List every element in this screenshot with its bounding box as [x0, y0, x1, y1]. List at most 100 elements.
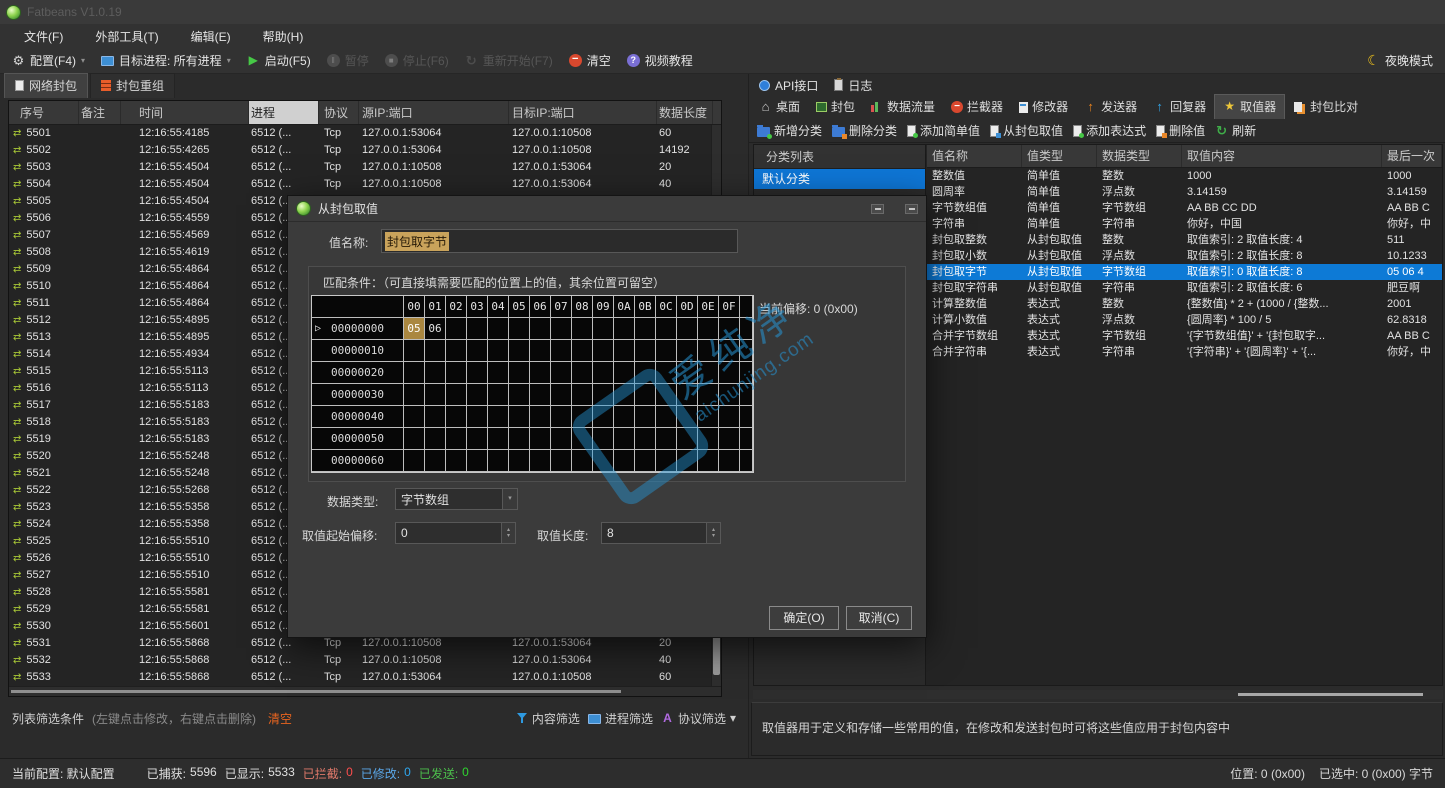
ok-button[interactable]: 确定(O)	[769, 606, 839, 630]
hex-cell[interactable]	[614, 318, 635, 340]
hex-cell[interactable]	[656, 428, 677, 450]
hex-cell[interactable]	[572, 384, 593, 406]
packet-row[interactable]: ⇄550312:16:55:45046512 (...Tcp127.0.0.1:…	[9, 159, 713, 176]
hex-cell[interactable]	[614, 406, 635, 428]
hex-cell[interactable]	[530, 406, 551, 428]
hex-cell[interactable]	[719, 450, 740, 472]
hex-cell[interactable]	[488, 384, 509, 406]
hex-cell[interactable]	[551, 340, 572, 362]
horizontal-scrollbar-thumb[interactable]	[11, 690, 621, 693]
filter-clear-link[interactable]: 清空	[268, 710, 292, 727]
hex-cell[interactable]	[488, 362, 509, 384]
hex-cell[interactable]	[719, 318, 740, 340]
hex-cell[interactable]	[467, 340, 488, 362]
column-header-time[interactable]: 时间	[121, 101, 249, 124]
hex-cell[interactable]	[509, 406, 530, 428]
page-expr-button[interactable]: 添加表达式	[1073, 122, 1146, 139]
hex-cell[interactable]	[614, 428, 635, 450]
hex-cell[interactable]	[635, 384, 656, 406]
hex-cell[interactable]	[572, 406, 593, 428]
value-row[interactable]: 合并字节数组表达式字节数组'{字节数组值}' + '{封包取字...AA BB …	[927, 328, 1442, 344]
hex-cell[interactable]	[425, 428, 446, 450]
hex-cell[interactable]	[404, 362, 425, 384]
page-add-button[interactable]: 添加简单值	[907, 122, 980, 139]
value-name-input[interactable]: 封包取字节	[381, 229, 738, 253]
column-header-last-value[interactable]: 最后一次	[1382, 145, 1442, 167]
hex-cell[interactable]	[404, 428, 425, 450]
top-button-log[interactable]: 日志	[834, 77, 872, 94]
hex-cell[interactable]	[572, 362, 593, 384]
hex-cell[interactable]	[677, 384, 698, 406]
hex-cell[interactable]	[446, 428, 467, 450]
packet-row[interactable]: ⇄550412:16:55:45046512 (...Tcp127.0.0.1:…	[9, 176, 713, 193]
hex-cell[interactable]	[509, 384, 530, 406]
hex-cell[interactable]	[677, 318, 698, 340]
hex-cell[interactable]	[698, 428, 719, 450]
page-get-button[interactable]: 从封包取值	[990, 122, 1063, 139]
hex-cell[interactable]	[635, 450, 656, 472]
hex-cell[interactable]	[593, 318, 614, 340]
hex-cell[interactable]	[656, 362, 677, 384]
value-row[interactable]: 计算整数值表达式整数{整数值} * 2 + (1000 / {整数...2001	[927, 296, 1442, 312]
hex-cell[interactable]	[509, 450, 530, 472]
hex-cell[interactable]	[467, 450, 488, 472]
hex-cell[interactable]	[467, 318, 488, 340]
hex-cell[interactable]: 06	[425, 318, 446, 340]
hex-cell[interactable]	[593, 340, 614, 362]
value-row[interactable]: 封包取字节从封包取值字节数组取值索引: 0 取值长度: 805 06 4	[927, 264, 1442, 280]
hex-cell[interactable]	[425, 406, 446, 428]
tab-packet[interactable]: 封包	[808, 95, 863, 119]
hex-cell[interactable]	[467, 362, 488, 384]
hex-cell[interactable]	[404, 406, 425, 428]
hex-cell[interactable]	[572, 428, 593, 450]
chevron-down-icon[interactable]: ▾	[502, 489, 517, 509]
hex-cell[interactable]	[551, 406, 572, 428]
hex-cell[interactable]	[572, 450, 593, 472]
restart-button[interactable]: ↻ 重新开始(F7)	[465, 52, 553, 69]
spinner-arrows-icon[interactable]: ▴▾	[501, 523, 515, 543]
packet-row[interactable]: ⇄553212:16:55:58686512 (...Tcp127.0.0.1:…	[9, 652, 713, 669]
menu-item-edit[interactable]: 编辑(E)	[179, 26, 243, 47]
hex-cell[interactable]: 05	[404, 318, 425, 340]
stop-button[interactable]: ■ 停止(F6)	[385, 52, 449, 69]
hex-cell[interactable]	[488, 428, 509, 450]
hex-cell[interactable]	[593, 384, 614, 406]
refresh-button[interactable]: ↻刷新	[1215, 122, 1256, 139]
hex-cell[interactable]	[467, 384, 488, 406]
night-mode-button[interactable]: ☾ 夜晚模式	[1367, 52, 1433, 69]
hex-cell[interactable]	[677, 406, 698, 428]
tab-sender[interactable]: ↑发送器	[1076, 95, 1145, 119]
hex-cell[interactable]	[719, 362, 740, 384]
tab-replier[interactable]: ↑回复器	[1145, 95, 1214, 119]
data-type-select[interactable]: 字节数组 ▾	[395, 488, 518, 510]
top-button-api[interactable]: API接口	[759, 77, 818, 94]
column-header-protocol[interactable]: 协议	[319, 101, 359, 124]
value-row[interactable]: 合并字符串表达式字符串'{字符串}' + '{圆周率}' + '{...你好，中	[927, 344, 1442, 360]
hex-cell[interactable]	[446, 340, 467, 362]
video-tutorial-button[interactable]: ? 视频教程	[627, 52, 693, 69]
folder-del-button[interactable]: 删除分类	[832, 122, 897, 139]
value-row[interactable]: 圆周率简单值浮点数3.141593.14159	[927, 184, 1442, 200]
spinner-arrows-icon[interactable]: ▴▾	[706, 523, 720, 543]
hex-cell[interactable]	[719, 340, 740, 362]
page-del-button[interactable]: 删除值	[1156, 122, 1205, 139]
value-row[interactable]: 封包取小数从封包取值浮点数取值索引: 2 取值长度: 810.1233	[927, 248, 1442, 264]
hex-cell[interactable]	[509, 362, 530, 384]
hex-cell[interactable]	[677, 450, 698, 472]
hex-cell[interactable]	[572, 340, 593, 362]
hex-cell[interactable]	[635, 362, 656, 384]
minimize-icon[interactable]	[871, 204, 884, 214]
content-filter-button[interactable]: 内容筛选	[516, 710, 580, 727]
hex-cell[interactable]	[593, 450, 614, 472]
hex-cell[interactable]	[551, 450, 572, 472]
hex-cell[interactable]	[404, 384, 425, 406]
maximize-icon[interactable]	[905, 204, 918, 214]
tab-interceptor[interactable]: −拦截器	[943, 95, 1011, 119]
hex-cell[interactable]	[719, 428, 740, 450]
column-header-seq[interactable]: 序号	[9, 101, 79, 124]
hex-cell[interactable]	[656, 318, 677, 340]
hex-cell[interactable]	[467, 406, 488, 428]
column-header-process[interactable]: 进程	[249, 101, 319, 124]
hex-cell[interactable]	[719, 384, 740, 406]
start-button[interactable]: ▶ 启动(F5)	[247, 52, 311, 69]
